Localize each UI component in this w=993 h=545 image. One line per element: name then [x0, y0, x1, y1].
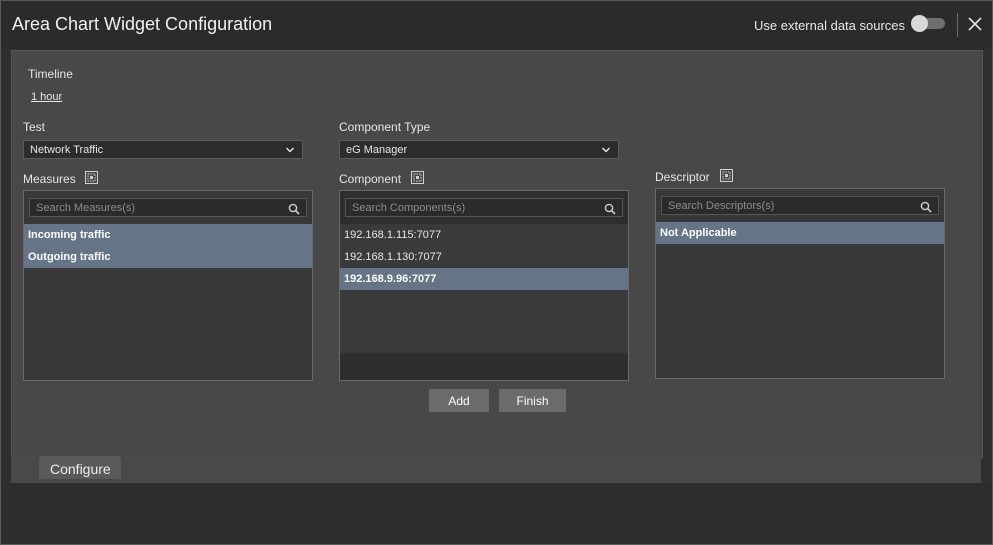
list-item[interactable]: 192.168.1.115:7077: [340, 224, 628, 246]
tab-strip: [11, 456, 981, 483]
configuration-panel: Timeline 1 hour Test Network Traffic Com…: [11, 50, 983, 458]
expand-icon[interactable]: [720, 169, 733, 182]
descriptor-search: [661, 196, 939, 215]
timeline-link[interactable]: 1 hour: [31, 91, 62, 103]
component-type-dropdown[interactable]: eG Manager: [339, 140, 619, 159]
expand-icon[interactable]: [85, 171, 98, 184]
component-label: Component: [339, 172, 402, 186]
descriptor-listbox: Not Applicable: [655, 188, 945, 379]
component-type-label: Component Type: [339, 120, 431, 134]
expand-icon[interactable]: [411, 171, 424, 184]
list-item[interactable]: Outgoing traffic: [24, 246, 312, 268]
measures-label: Measures: [23, 172, 76, 186]
add-button[interactable]: Add: [429, 389, 489, 412]
dialog-window: Area Chart Widget Configuration Use exte…: [0, 0, 993, 545]
title-separator: [957, 13, 958, 37]
finish-button[interactable]: Finish: [499, 389, 566, 412]
measures-search: [29, 198, 307, 217]
list-item[interactable]: Incoming traffic: [24, 224, 312, 246]
list-empty-area: [340, 290, 628, 353]
list-item[interactable]: 192.168.9.96:7077: [340, 268, 628, 290]
dialog-title: Area Chart Widget Configuration: [12, 14, 273, 34]
test-dropdown-value: Network Traffic: [30, 144, 104, 156]
test-dropdown[interactable]: Network Traffic: [23, 140, 303, 159]
component-type-dropdown-value: eG Manager: [346, 144, 408, 156]
component-search-input[interactable]: [352, 201, 572, 215]
search-icon[interactable]: [604, 202, 616, 215]
close-icon[interactable]: [966, 15, 984, 33]
tab-configure[interactable]: Configure: [39, 456, 121, 479]
search-icon[interactable]: [920, 200, 932, 213]
external-sources-toggle[interactable]: [911, 15, 945, 32]
descriptor-search-input[interactable]: [668, 199, 888, 213]
component-listbox: 192.168.1.115:7077 192.168.1.130:7077 19…: [339, 190, 629, 381]
test-label: Test: [23, 120, 46, 134]
external-sources-label: Use external data sources: [754, 18, 906, 33]
list-item[interactable]: 192.168.1.130:7077: [340, 246, 628, 268]
measures-search-input[interactable]: [36, 201, 256, 215]
measures-listbox: Incoming traffic Outgoing traffic: [23, 190, 313, 381]
chevron-down-icon: [601, 145, 611, 155]
toggle-knob: [911, 15, 928, 32]
component-search: [345, 198, 623, 217]
timeline-label: Timeline: [28, 67, 73, 81]
descriptor-label: Descriptor: [655, 170, 710, 184]
list-item[interactable]: Not Applicable: [656, 222, 944, 244]
tab-configure-label: Configure: [50, 461, 111, 477]
bottom-area: [1, 483, 992, 544]
chevron-down-icon: [285, 145, 295, 155]
title-bar: Area Chart Widget Configuration Use exte…: [1, 1, 992, 49]
search-icon[interactable]: [288, 202, 300, 215]
